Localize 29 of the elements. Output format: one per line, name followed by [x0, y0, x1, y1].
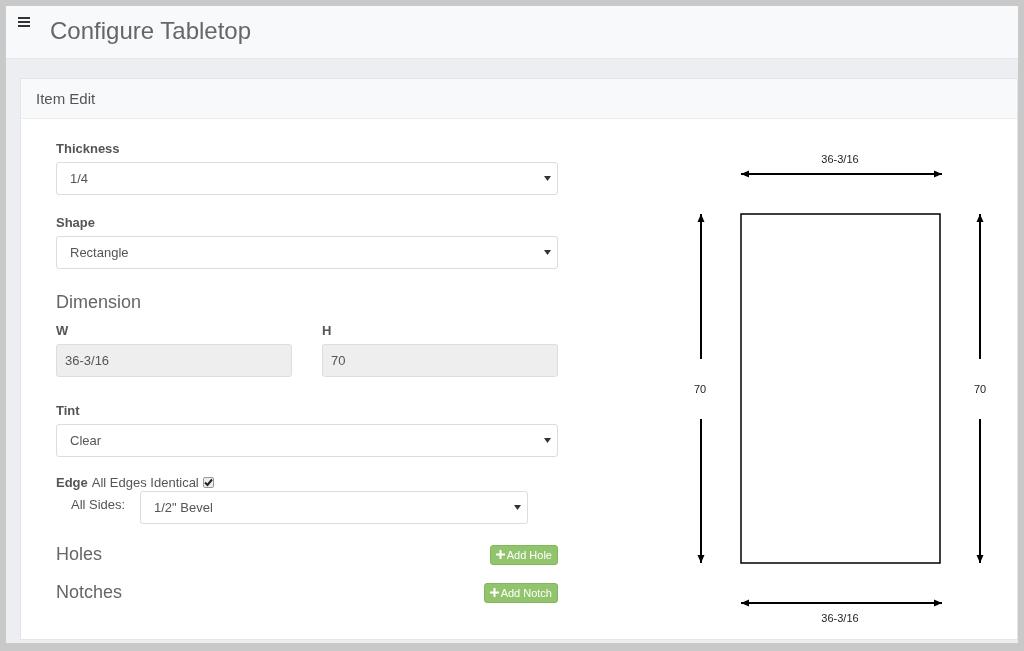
dimension-label: 36-3/16	[821, 153, 859, 165]
field-label: Thickness	[56, 141, 121, 156]
field-label: W	[56, 323, 70, 338]
panel-header: Item Edit	[21, 79, 1017, 119]
caret-icon	[514, 505, 521, 510]
field-label: Tint	[56, 403, 81, 418]
caret-icon	[544, 438, 551, 443]
dimension-label: 70	[693, 383, 707, 395]
edge-select[interactable]: 1/2" Bevel	[140, 491, 528, 524]
menu-icon[interactable]	[18, 16, 30, 27]
field-label: H	[322, 323, 333, 338]
checkbox-label: All Edges Identical	[91, 474, 199, 490]
dimension-label: 36-3/16	[821, 612, 859, 624]
section-heading: Dimension	[56, 292, 143, 313]
plus-icon	[495, 550, 505, 559]
tint-select[interactable]: Clear	[56, 424, 558, 457]
checkbox[interactable]	[202, 476, 214, 488]
field-label: Edge	[56, 474, 88, 490]
section-heading: Notches	[56, 582, 123, 603]
caret-icon	[544, 250, 551, 255]
dimension-label: 70	[973, 383, 987, 395]
shape-select[interactable]: Rectangle	[56, 236, 558, 269]
caret-icon	[544, 176, 551, 181]
field-label: Shape	[56, 215, 96, 230]
field-label: All Sides:	[70, 496, 127, 512]
page-title: Configure Tabletop	[50, 17, 252, 45]
plus-icon	[489, 588, 499, 597]
thickness-select[interactable]: 1/4	[56, 162, 558, 195]
section-heading: Holes	[56, 544, 103, 565]
